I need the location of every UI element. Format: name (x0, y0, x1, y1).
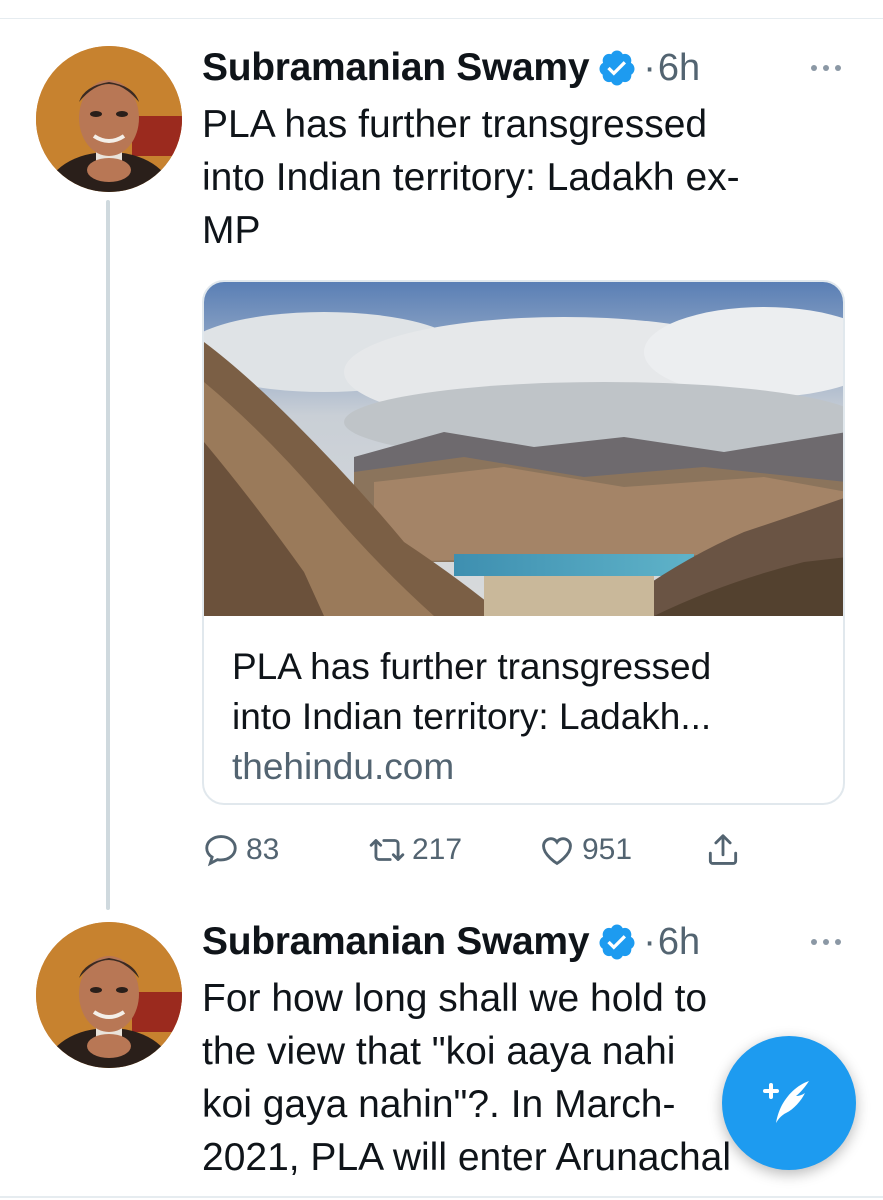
separator-dot: · (643, 920, 656, 963)
timestamp[interactable]: 6h (658, 921, 700, 964)
more-icon[interactable] (806, 58, 846, 78)
verified-badge-icon (599, 924, 635, 960)
compose-tweet-button[interactable] (722, 1036, 856, 1170)
tweet-header: Subramanian Swamy · 6h (202, 912, 700, 972)
tweet-text: PLA has further transgressed into Indian… (202, 103, 740, 252)
separator-dot: · (643, 46, 656, 89)
more-icon[interactable] (806, 932, 846, 952)
verified-badge-icon (599, 50, 635, 86)
card-body: PLA has further transgressed into Indian… (232, 642, 832, 792)
retweet-icon (369, 839, 405, 861)
tweet-text: For how long shall we hold to the view t… (202, 977, 732, 1179)
card-title: PLA has further transgressed into Indian… (232, 646, 712, 737)
reply-count: 83 (246, 833, 280, 866)
bottom-divider (0, 1196, 883, 1198)
link-card[interactable]: PLA has further transgressed into Indian… (202, 280, 845, 805)
card-domain: thehindu.com (232, 746, 455, 787)
share-icon (708, 834, 738, 865)
author-avatar[interactable] (36, 46, 182, 192)
reply-icon (205, 835, 237, 867)
tweet-actions: 83 217 951 (202, 828, 762, 872)
thread-connector-line (106, 200, 110, 910)
avatar-image (36, 922, 182, 1068)
avatar-image (36, 46, 182, 192)
heart-icon (542, 837, 572, 866)
retweet-count: 217 (412, 833, 463, 866)
top-divider (0, 18, 883, 19)
reply-button[interactable]: 83 (202, 828, 279, 872)
compose-tweet-icon (763, 1081, 809, 1123)
author-avatar[interactable] (36, 922, 182, 1068)
author-name[interactable]: Subramanian Swamy (202, 46, 590, 90)
share-button[interactable] (704, 828, 748, 872)
timeline: Subramanian Swamy · 6h PLA has further t… (0, 0, 883, 1200)
timestamp[interactable]: 6h (658, 47, 700, 90)
retweet-button[interactable]: 217 (368, 828, 462, 872)
card-image (204, 282, 843, 616)
like-button[interactable]: 951 (538, 828, 632, 872)
author-name[interactable]: Subramanian Swamy (202, 920, 590, 964)
tweet-header: Subramanian Swamy · 6h (202, 38, 700, 98)
like-count: 951 (582, 833, 633, 866)
